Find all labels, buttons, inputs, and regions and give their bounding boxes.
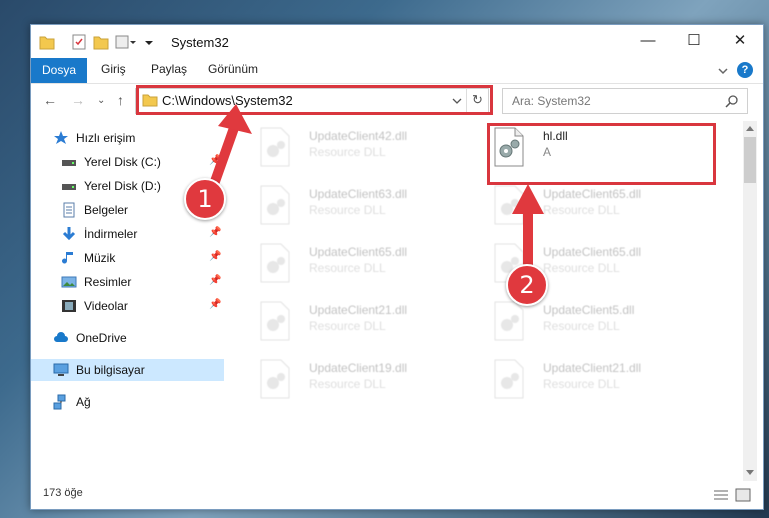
annotation-arrows — [207, 104, 544, 277]
arrow-1-icon — [207, 104, 252, 195]
arrow-2-icon — [512, 184, 544, 277]
step-badge-1: 1 — [184, 178, 226, 220]
step-badge-2: 2 — [506, 264, 548, 306]
